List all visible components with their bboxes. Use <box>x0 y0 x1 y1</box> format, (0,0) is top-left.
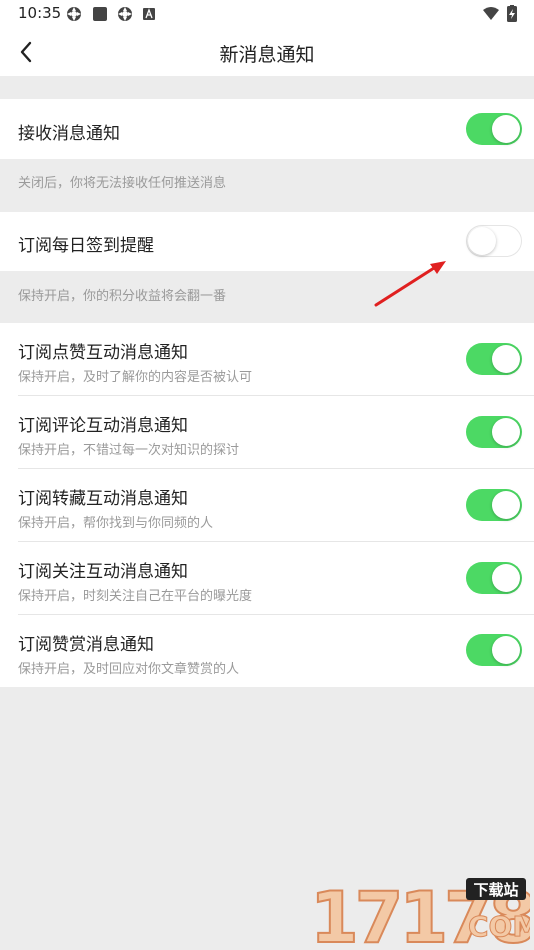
divider <box>18 541 534 542</box>
toggle-knob <box>492 115 520 143</box>
page-title: 新消息通知 <box>219 44 315 66</box>
item-label: 订阅点赞互动消息通知 <box>18 343 188 363</box>
item-description: 保持开启，时刻关注自己在平台的曝光度 <box>18 589 253 604</box>
toggle-knob <box>492 491 520 519</box>
subscription-list: 订阅点赞互动消息通知 保持开启，及时了解你的内容是否被认可 订阅评论互动消息通知… <box>0 323 534 687</box>
item-description: 保持开启，帮你找到与你同频的人 <box>18 516 214 531</box>
toggle-knob <box>492 564 520 592</box>
receive-notifications-caption: 关闭后，你将无法接收任何推送消息 <box>18 176 227 191</box>
navigation-header: 新消息通知 <box>0 28 534 76</box>
receive-notifications-toggle[interactable] <box>466 113 522 145</box>
divider <box>18 614 534 615</box>
item-label: 订阅关注互动消息通知 <box>18 562 188 582</box>
settings-gear-icon <box>67 7 81 21</box>
item-description: 保持开启，及时回应对你文章赞赏的人 <box>18 662 240 677</box>
watermark-badge: 下载站 <box>473 881 518 899</box>
toggle-knob <box>492 418 520 446</box>
divider <box>18 395 534 396</box>
follow-notifications-toggle[interactable] <box>466 562 522 594</box>
daily-checkin-label: 订阅每日签到提醒 <box>18 236 154 256</box>
item-description: 保持开启，不错过每一次对知识的探讨 <box>18 443 240 458</box>
daily-checkin-row: 订阅每日签到提醒 <box>0 212 534 271</box>
settings-gear-icon <box>118 7 132 21</box>
item-label: 订阅赞赏消息通知 <box>18 635 154 655</box>
reward-notifications-toggle[interactable] <box>466 634 522 666</box>
site-watermark-logo: 17178 下载站 COM <box>309 876 530 948</box>
toggle-knob <box>468 226 496 255</box>
status-bar: 10:35 <box>0 0 534 28</box>
repost-notifications-toggle[interactable] <box>466 489 522 521</box>
battery-charging-icon <box>507 5 517 22</box>
daily-checkin-toggle[interactable] <box>466 225 522 257</box>
status-time: 10:35 <box>18 4 62 22</box>
receive-notifications-label: 接收消息通知 <box>18 124 120 144</box>
square-app-icon <box>93 7 107 21</box>
receive-notifications-row: 接收消息通知 <box>0 99 534 159</box>
like-notifications-toggle[interactable] <box>466 343 522 375</box>
a-badge-icon <box>143 8 155 20</box>
red-arrow-annotation <box>374 261 446 307</box>
daily-checkin-caption: 保持开启，你的积分收益将会翻一番 <box>18 289 227 304</box>
notification-settings-page: 10:35 新消息通知 接收消息通知 关闭后，你将无法接收任何推送消息 订阅每日… <box>0 0 534 950</box>
comment-notifications-toggle[interactable] <box>466 416 522 448</box>
wifi-icon <box>483 7 499 20</box>
watermark-domain: COM <box>468 910 530 943</box>
item-description: 保持开启，及时了解你的内容是否被认可 <box>18 370 253 385</box>
toggle-knob <box>492 345 520 373</box>
toggle-knob <box>492 636 520 664</box>
item-label: 订阅转藏互动消息通知 <box>18 489 188 509</box>
status-right-icons <box>482 5 520 23</box>
item-label: 订阅评论互动消息通知 <box>18 416 188 436</box>
divider <box>18 468 534 469</box>
